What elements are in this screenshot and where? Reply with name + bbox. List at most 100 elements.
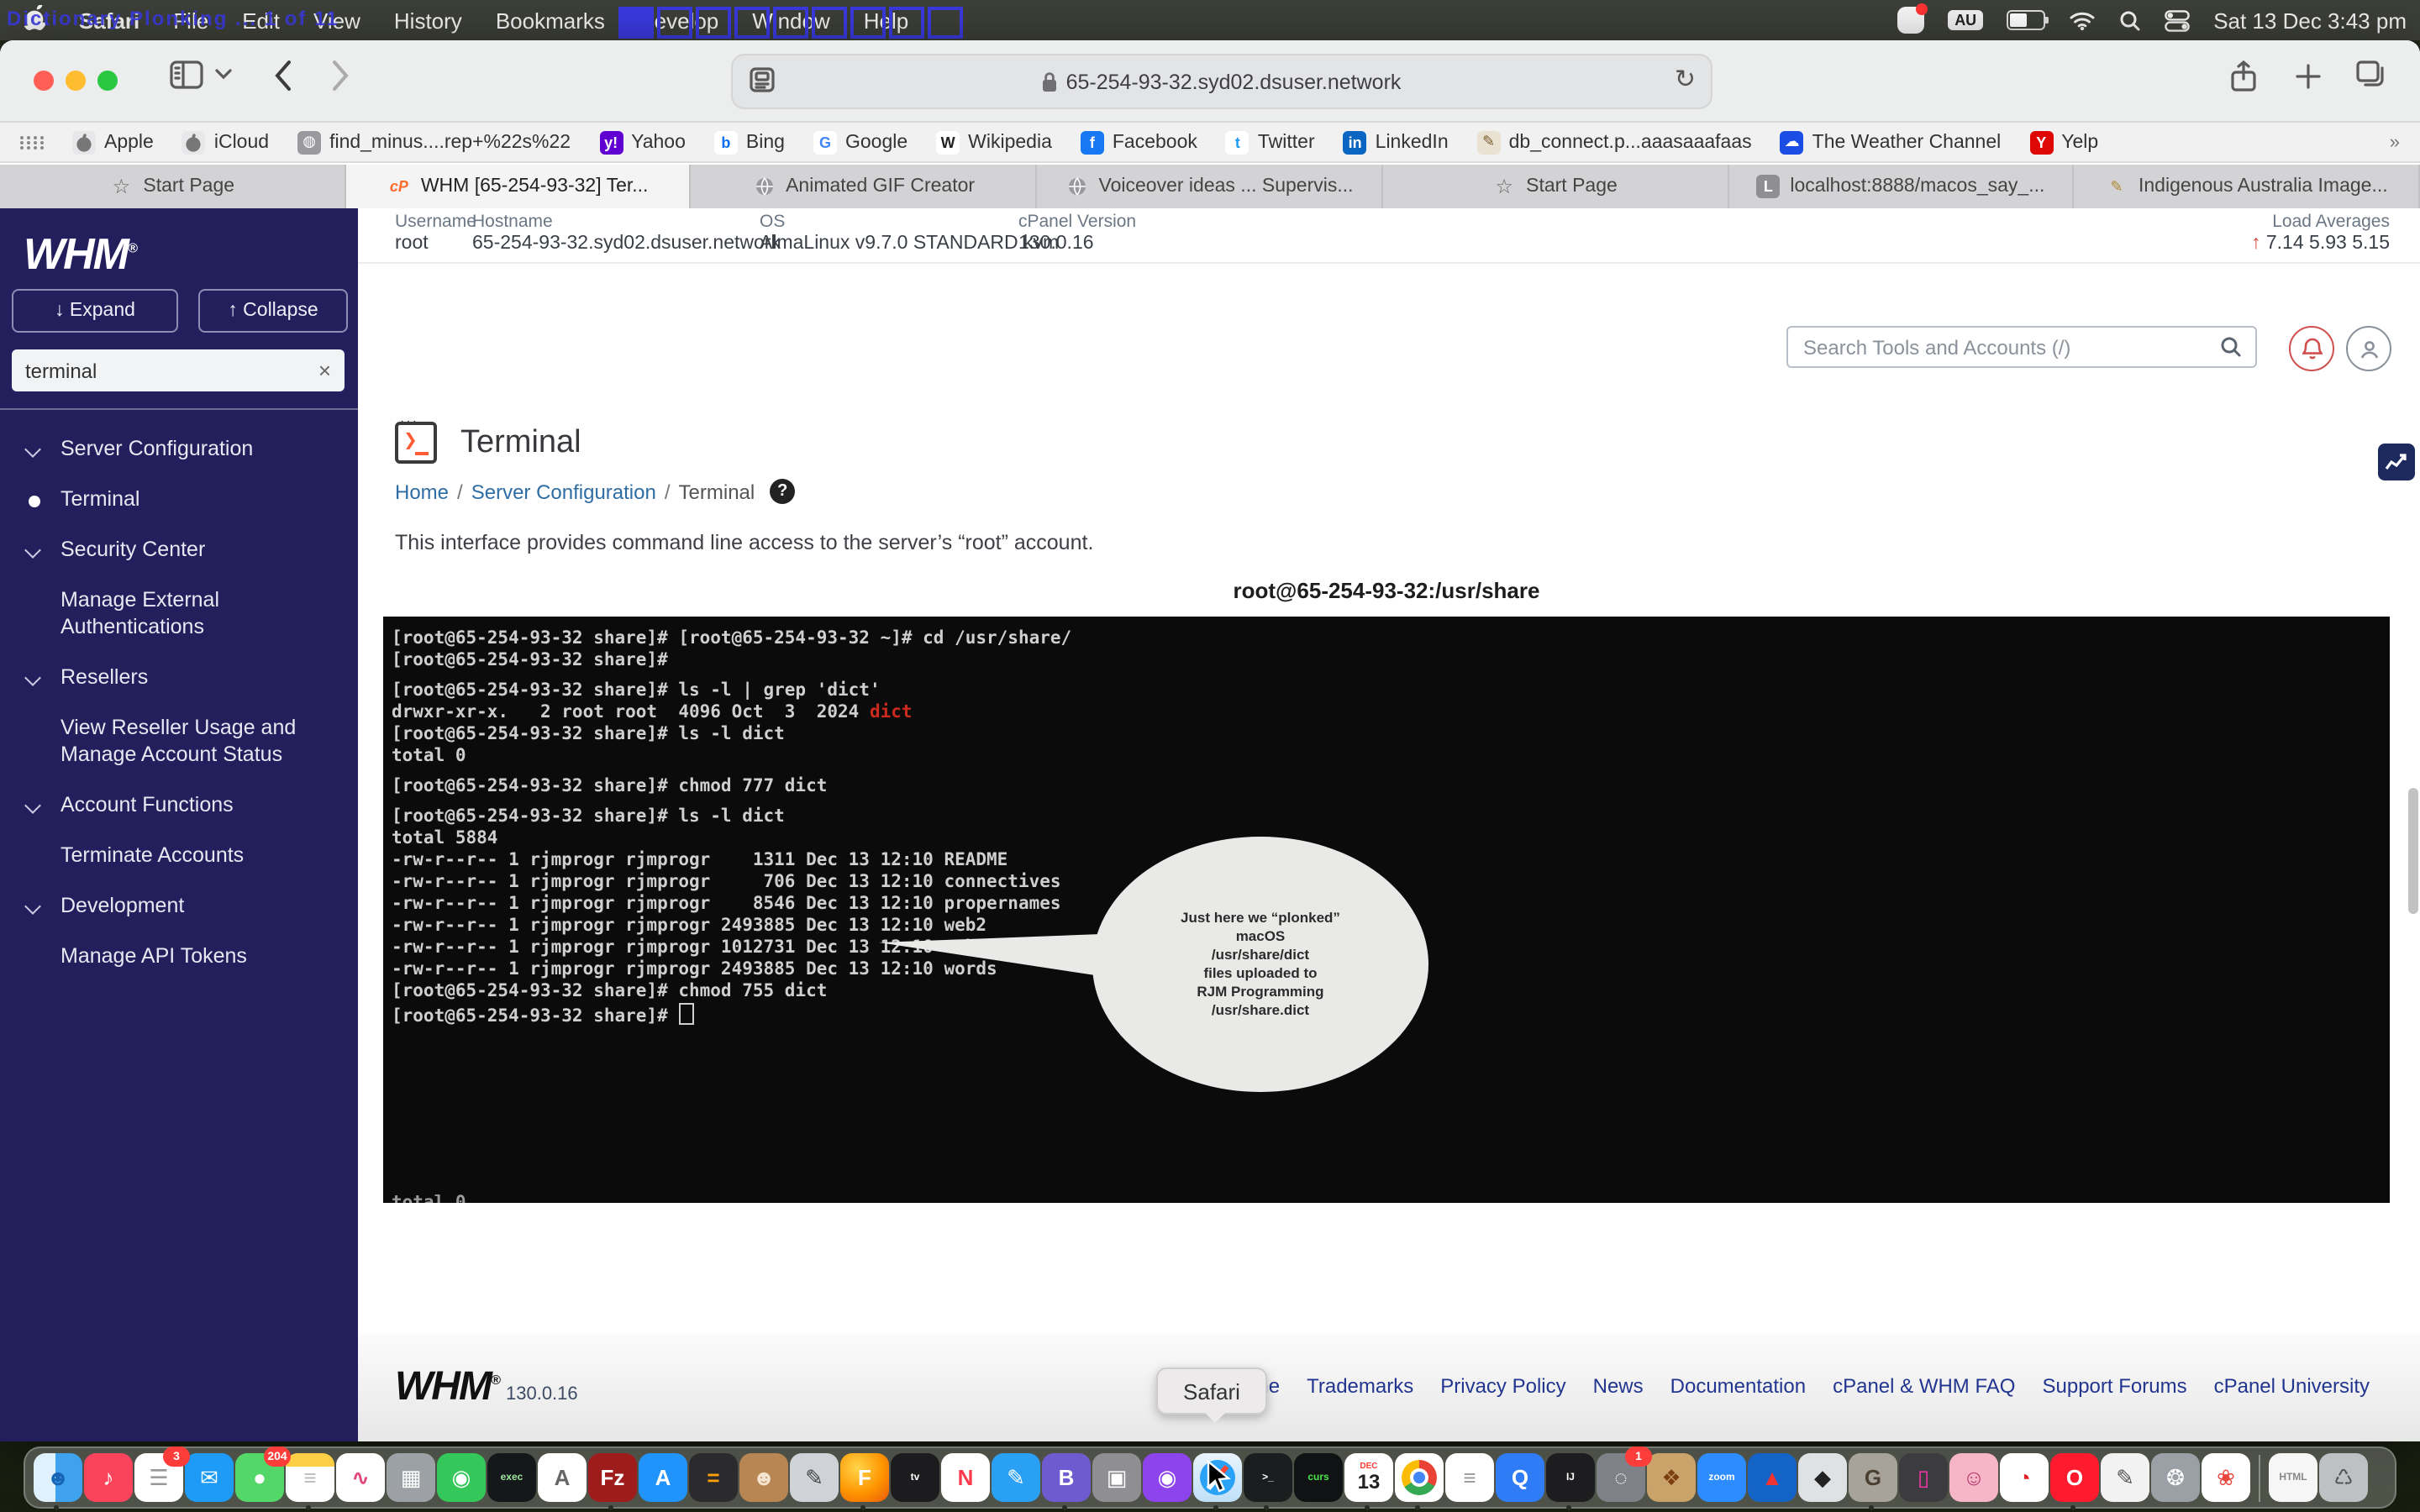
minimize-window-button[interactable]: [66, 71, 86, 91]
footer-link-privacy-policy[interactable]: Privacy Policy: [1440, 1374, 1565, 1398]
favorite-find-minus-rep-22s-22[interactable]: ◍find_minus....rep+%22s%22: [297, 130, 571, 154]
dock-draw-pad-icon[interactable]: ✎: [2101, 1453, 2149, 1502]
tools-search-input[interactable]: Search Tools and Accounts (/): [1786, 326, 2257, 368]
dock-apple-tv-icon[interactable]: tv: [891, 1453, 939, 1502]
dock-gimp-icon[interactable]: G: [1849, 1453, 1897, 1502]
expand-button[interactable]: ↓ Expand: [12, 289, 178, 333]
dock-freeform-icon[interactable]: ∿: [336, 1453, 385, 1502]
input-source-indicator[interactable]: AU: [1948, 10, 1983, 30]
wifi-icon[interactable]: [2069, 10, 2096, 30]
tab-indigenous-australia-image[interactable]: ✎Indigenous Australia Image...: [2075, 165, 2420, 208]
favorites-overflow-icon[interactable]: »: [2390, 132, 2396, 152]
reload-icon[interactable]: ↻: [1675, 64, 1696, 94]
dock-messages-icon[interactable]: ●204: [235, 1453, 284, 1502]
sidebar-item-manage-external-authentications[interactable]: Manage External Authentications: [0, 575, 358, 652]
dock-opera-icon[interactable]: O: [2050, 1453, 2099, 1502]
dock-screenshot-icon[interactable]: ▣: [1092, 1453, 1141, 1502]
zoom-window-button[interactable]: [97, 71, 118, 91]
tab-whm-65-254-93-32-ter[interactable]: cPWHM [65-254-93-32] Ter...: [345, 165, 691, 208]
breadcrumb-server-configuration[interactable]: Server Configuration: [471, 480, 656, 503]
back-button[interactable]: [274, 60, 292, 91]
sidebar-item-development[interactable]: Development: [0, 880, 358, 931]
favorites-grid-icon[interactable]: [20, 135, 45, 149]
notifications-bell-icon[interactable]: [2289, 326, 2334, 371]
dock-calculator-icon[interactable]: =: [689, 1453, 738, 1502]
favorite-db-connect-p-aaasaaafaas[interactable]: ✎db_connect.p...aaasaaafaas: [1477, 130, 1752, 154]
address-bar[interactable]: 65-254-93-32.syd02.dsuser.network ↻: [731, 54, 1712, 109]
dock-bbedit-icon[interactable]: B: [1042, 1453, 1091, 1502]
dock-quicktime-icon[interactable]: Q: [1496, 1453, 1544, 1502]
user-account-icon[interactable]: [2346, 326, 2391, 371]
favorite-google[interactable]: GGoogle: [813, 130, 908, 154]
tab-voiceover-ideas-supervis[interactable]: Voiceover ideas ... Supervis...: [1037, 165, 1382, 208]
dock-photos-icon[interactable]: ❀: [2202, 1453, 2250, 1502]
tab-localhost-8888-macos-say[interactable]: Llocalhost:8888/macos_say_...: [1728, 165, 2074, 208]
dock-utility-icon[interactable]: ◌1: [1597, 1453, 1645, 1502]
dock-firefox-icon[interactable]: F: [840, 1453, 889, 1502]
dock-pen-tool-icon[interactable]: ✎: [790, 1453, 839, 1502]
collapse-button[interactable]: ↑ Collapse: [198, 289, 348, 333]
footer-link-cpanel-university[interactable]: cPanel University: [2214, 1374, 2370, 1398]
favorite-wikipedia[interactable]: WWikipedia: [936, 130, 1052, 154]
favorite-linkedin[interactable]: inLinkedIn: [1344, 130, 1449, 154]
dock-speedtest-icon[interactable]: ◔: [2000, 1453, 2049, 1502]
footer-link-support-forums[interactable]: Support Forums: [2043, 1374, 2187, 1398]
dock-contacts-icon[interactable]: ☻: [739, 1453, 788, 1502]
dock-app-store-icon[interactable]: A: [639, 1453, 687, 1502]
dock-zoom-icon[interactable]: zoom: [1697, 1453, 1746, 1502]
menubar-app-icon[interactable]: [1897, 7, 1924, 34]
footer-link-trademarks[interactable]: Trademarks: [1307, 1374, 1413, 1398]
dock-trash-icon[interactable]: ♺: [2319, 1453, 2368, 1502]
tab-start-page[interactable]: ☆Start Page: [0, 165, 345, 208]
dock-art-studio-icon[interactable]: ❖: [1647, 1453, 1696, 1502]
favorite-the-weather-channel[interactable]: ☁The Weather Channel: [1781, 130, 2002, 154]
favorite-icloud[interactable]: iCloud: [182, 130, 269, 154]
dock-finder-icon[interactable]: ☻: [34, 1453, 82, 1502]
dock-intellij-icon[interactable]: IJ: [1546, 1453, 1595, 1502]
tab-overview-icon[interactable]: [2356, 60, 2385, 87]
sidebar-item-view-reseller-usage-and-manage-account-status[interactable]: View Reseller Usage and Manage Account S…: [0, 702, 358, 780]
favorite-yahoo[interactable]: y!Yahoo: [599, 130, 686, 154]
dock-html-file-icon[interactable]: HTML: [2269, 1453, 2317, 1502]
dock-pink-app-icon[interactable]: ☺: [1949, 1453, 1998, 1502]
sidebar-chevron-icon[interactable]: [215, 69, 232, 81]
dock-terminal-exec-icon[interactable]: exec: [487, 1453, 536, 1502]
favorite-bing[interactable]: bBing: [714, 130, 785, 154]
dock-filezilla-icon[interactable]: Fz: [588, 1453, 637, 1502]
clear-filter-icon[interactable]: ×: [318, 358, 331, 383]
dock-calendar-icon[interactable]: DEC13: [1344, 1453, 1393, 1502]
favorite-twitter[interactable]: tTwitter: [1226, 130, 1315, 154]
analytics-chart-icon[interactable]: [2378, 444, 2415, 480]
sidebar-item-terminate-accounts[interactable]: Terminate Accounts: [0, 830, 358, 880]
footer-link-cpanel-whm-faq[interactable]: cPanel & WHM FAQ: [1833, 1374, 2015, 1398]
dock-iphone-mirroring-icon[interactable]: ▯: [1899, 1453, 1948, 1502]
dock-reminders-icon[interactable]: ☰3: [134, 1453, 183, 1502]
help-icon[interactable]: ?: [770, 479, 795, 504]
dock-podcasts-icon[interactable]: ◉: [1143, 1453, 1192, 1502]
page-scrollbar-thumb[interactable]: [2408, 788, 2418, 914]
dock-facetime-icon[interactable]: ◉: [437, 1453, 486, 1502]
dock-kite-icon[interactable]: ▲: [1748, 1453, 1797, 1502]
dock-terminal-icon[interactable]: >_: [1244, 1453, 1292, 1502]
breadcrumb-home[interactable]: Home: [395, 480, 449, 503]
sidebar-item-server-configuration[interactable]: Server Configuration: [0, 423, 358, 474]
footer-link-documentation[interactable]: Documentation: [1670, 1374, 1806, 1398]
dock-mail-icon[interactable]: ✉: [185, 1453, 234, 1502]
dock-notes-icon[interactable]: ≡: [286, 1453, 334, 1502]
menu-item-history[interactable]: History: [394, 8, 462, 33]
sidebar-item-account-functions[interactable]: Account Functions: [0, 780, 358, 830]
favorite-apple[interactable]: Apple: [72, 130, 154, 154]
dock-music-icon[interactable]: ♪: [84, 1453, 133, 1502]
favorite-facebook[interactable]: fFacebook: [1081, 130, 1197, 154]
dock-assistive-icon[interactable]: ❂: [2151, 1453, 2200, 1502]
dock-sketch-icon[interactable]: ✎: [992, 1453, 1040, 1502]
share-icon[interactable]: [2230, 60, 2257, 92]
sidebar-item-resellers[interactable]: Resellers: [0, 652, 358, 702]
footer-link-news[interactable]: News: [1593, 1374, 1644, 1398]
dock-inkscape-icon[interactable]: ◆: [1798, 1453, 1847, 1502]
whm-logo[interactable]: WHM®: [24, 228, 358, 281]
menu-item-bookmarks[interactable]: Bookmarks: [496, 8, 605, 33]
sidebar-item-security-center[interactable]: Security Center: [0, 524, 358, 575]
forward-button[interactable]: [331, 60, 350, 91]
control-center-icon[interactable]: [2165, 9, 2190, 31]
